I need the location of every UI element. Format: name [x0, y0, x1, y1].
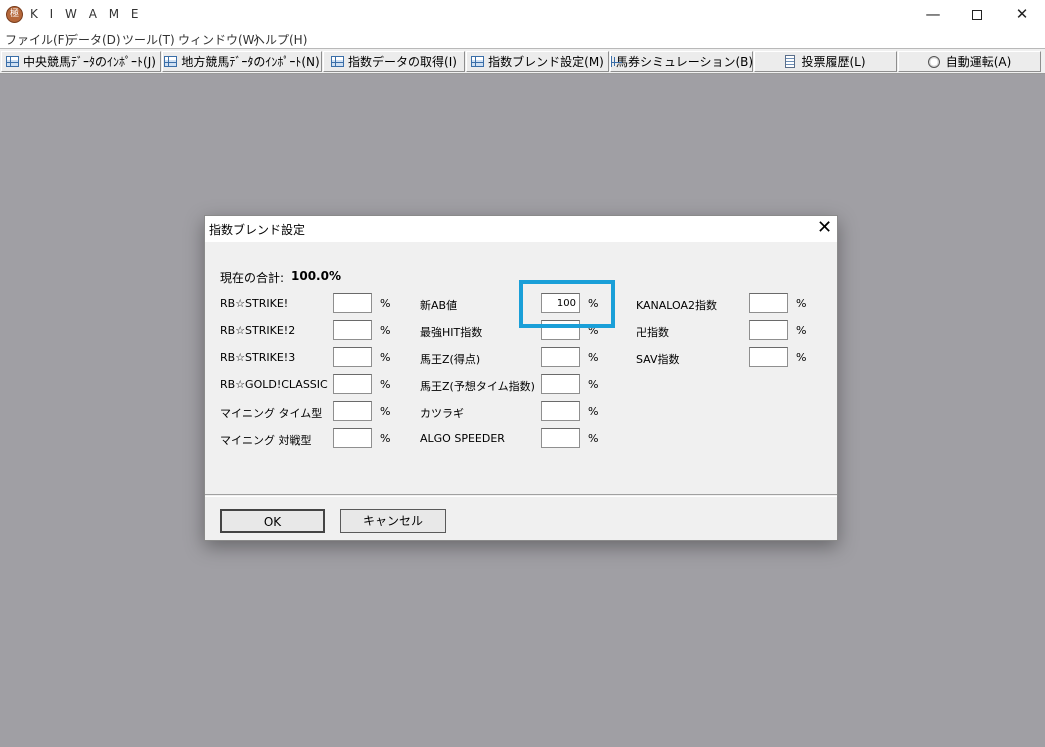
index-input-rb-gold-classic[interactable]: [333, 374, 372, 394]
total-value: 100.0%: [291, 269, 341, 283]
index-input-rb-strike-3[interactable]: [333, 347, 372, 367]
index-input-mining-match[interactable]: [333, 428, 372, 448]
index-label-rb-gold-classic: RB☆GOLD!CLASSIC: [220, 378, 328, 391]
index-label-baou-z-time: 馬王Z(予想タイム指数): [420, 380, 535, 393]
toolbar-label: 自動運転(A): [945, 55, 1012, 69]
document-icon: [785, 55, 796, 68]
index-input-manji[interactable]: [749, 320, 788, 340]
grid-icon: [331, 56, 345, 67]
minimize-button[interactable]: —: [910, 0, 956, 30]
index-input-baou-z-score[interactable]: [541, 347, 580, 367]
index-label-sav: SAV指数: [636, 353, 680, 366]
index-label-rb-strike-2: RB☆STRIKE!2: [220, 324, 296, 337]
percent-sign: %: [588, 432, 599, 445]
grid-icon: [6, 56, 20, 67]
toolbar: 中央競馬ﾃﾞｰﾀのｲﾝﾎﾟｰﾄ(J) 地方競馬ﾃﾞｰﾀのｲﾝﾎﾟｰﾄ(N) 指数…: [0, 48, 1045, 74]
menu-bar: ファイル(F) データ(D) ツール(T) ウィンドウ(W) ヘルプ(H): [0, 30, 1045, 48]
index-label-strongest-hit: 最強HIT指数: [420, 326, 483, 339]
percent-sign: %: [380, 432, 391, 445]
index-label-kanaloa2: KANALOA2指数: [636, 299, 718, 312]
percent-sign: %: [380, 405, 391, 418]
index-label-manji: 卍指数: [636, 326, 669, 339]
index-label-rb-strike: RB☆STRIKE!: [220, 297, 289, 310]
ok-button[interactable]: OK: [220, 509, 325, 533]
total-label: 現在の合計:: [220, 271, 285, 285]
percent-sign: %: [588, 351, 599, 364]
index-label-algo-speeder: ALGO SPEEDER: [420, 432, 505, 445]
divider: [205, 496, 837, 497]
index-label-rb-strike-3: RB☆STRIKE!3: [220, 351, 296, 364]
index-input-kanaloa2[interactable]: [749, 293, 788, 313]
toolbar-import-central-button[interactable]: 中央競馬ﾃﾞｰﾀのｲﾝﾎﾟｰﾄ(J): [1, 51, 161, 72]
toolbar-ticket-simulation-button[interactable]: 馬券シミュレーション(B): [610, 51, 753, 72]
divider: [205, 494, 837, 495]
percent-sign: %: [796, 297, 807, 310]
index-input-algo-speeder[interactable]: [541, 428, 580, 448]
index-input-rb-strike-2[interactable]: [333, 320, 372, 340]
toolbar-index-blend-button[interactable]: 指数ブレンド設定(M): [466, 51, 609, 72]
menu-help[interactable]: ヘルプ(H): [253, 31, 307, 48]
toolbar-label: 中央競馬ﾃﾞｰﾀのｲﾝﾎﾟｰﾄ(J): [23, 55, 156, 69]
toolbar-label: 指数データの取得(I): [348, 55, 457, 69]
toolbar-import-local-button[interactable]: 地方競馬ﾃﾞｰﾀのｲﾝﾎﾟｰﾄ(N): [162, 51, 322, 72]
index-label-katsuragi: カツラギ: [420, 407, 464, 420]
percent-sign: %: [380, 378, 391, 391]
maximize-button[interactable]: [954, 0, 1000, 30]
toolbar-vote-history-button[interactable]: 投票履歴(L): [754, 51, 897, 72]
toolbar-fetch-index-button[interactable]: 指数データの取得(I): [323, 51, 465, 72]
index-input-mining-time[interactable]: [333, 401, 372, 421]
index-label-mining-match: マイニング 対戦型: [220, 434, 312, 447]
grid-icon: [611, 56, 622, 67]
toolbar-label: 馬券シミュレーション(B): [615, 55, 753, 69]
app-title: K I W A M E: [30, 7, 143, 21]
toolbar-label: 投票履歴(L): [801, 55, 866, 69]
grid-icon: [164, 56, 178, 67]
percent-sign: %: [796, 351, 807, 364]
index-label-baou-z-score: 馬王Z(得点): [420, 353, 481, 366]
index-label-new-ab: 新AB値: [420, 299, 458, 312]
percent-sign: %: [796, 324, 807, 337]
grid-icon: [471, 56, 485, 67]
maximize-icon: [972, 9, 982, 20]
app-logo-icon: 極: [6, 6, 23, 23]
index-blend-dialog: 指数ブレンド設定 ✕ 現在の合計: 100.0% RB☆STRIKE! % RB…: [204, 215, 838, 541]
index-label-mining-time: マイニング タイム型: [220, 407, 323, 420]
title-bar: 極 K I W A M E — ✕: [0, 0, 1045, 30]
percent-sign: %: [380, 351, 391, 364]
clock-icon: [927, 55, 940, 68]
focus-highlight: [519, 280, 615, 328]
menu-tools[interactable]: ツール(T): [122, 31, 175, 48]
cancel-button[interactable]: キャンセル: [340, 509, 446, 533]
toolbar-auto-run-button[interactable]: 自動運転(A): [898, 51, 1041, 72]
toolbar-label: 指数ブレンド設定(M): [488, 55, 604, 69]
percent-sign: %: [380, 297, 391, 310]
dialog-close-button[interactable]: ✕: [817, 218, 832, 238]
menu-file[interactable]: ファイル(F): [5, 31, 69, 48]
percent-sign: %: [588, 378, 599, 391]
index-input-rb-strike[interactable]: [333, 293, 372, 313]
menu-window[interactable]: ウィンドウ(W): [178, 31, 259, 48]
index-input-sav[interactable]: [749, 347, 788, 367]
close-window-button[interactable]: ✕: [999, 0, 1045, 30]
index-input-baou-z-time[interactable]: [541, 374, 580, 394]
menu-data[interactable]: データ(D): [66, 31, 121, 48]
percent-sign: %: [588, 405, 599, 418]
index-input-katsuragi[interactable]: [541, 401, 580, 421]
dialog-title-bar: 指数ブレンド設定 ✕: [205, 216, 837, 242]
percent-sign: %: [380, 324, 391, 337]
dialog-title: 指数ブレンド設定: [209, 223, 306, 237]
toolbar-label: 地方競馬ﾃﾞｰﾀのｲﾝﾎﾟｰﾄ(N): [181, 55, 320, 69]
